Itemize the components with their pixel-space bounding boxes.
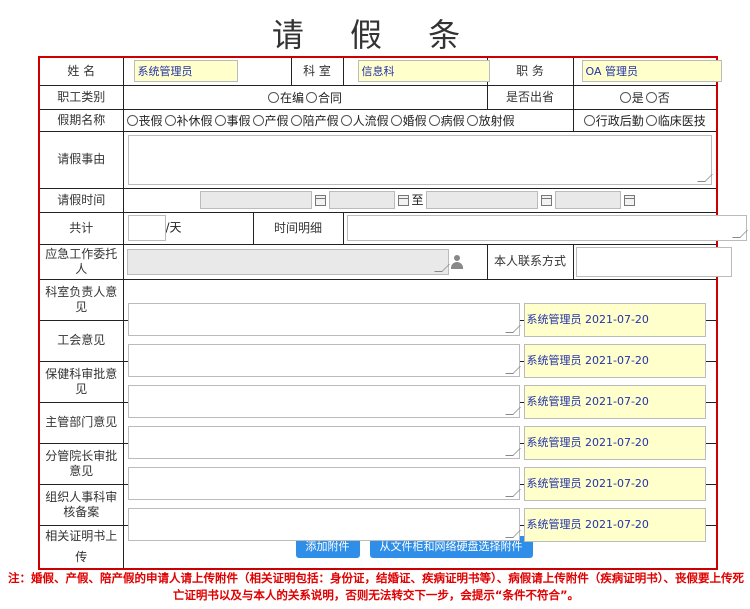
calendar-icon[interactable]: [314, 194, 326, 206]
start-date-input[interactable]: [199, 191, 312, 210]
end-time-input[interactable]: [554, 191, 621, 210]
reason-label: 请假事由: [38, 130, 124, 189]
position-field[interactable]: OA 管理员: [581, 60, 722, 83]
resize-handle-icon[interactable]: [504, 324, 521, 333]
out-of-province-label: 是否出省: [486, 84, 574, 110]
leave-type-option[interactable]: 人流假: [340, 112, 389, 129]
name-field[interactable]: 系统管理员: [133, 60, 238, 83]
radio-icon[interactable]: [267, 91, 279, 103]
calendar-icon[interactable]: [397, 194, 409, 206]
radio-icon[interactable]: [214, 114, 226, 126]
resize-handle-icon[interactable]: [504, 365, 521, 374]
signer-field: 系统管理员 2021-07-20: [523, 384, 706, 419]
resize-handle-icon[interactable]: [696, 173, 713, 182]
category-option-1[interactable]: 在编: [267, 89, 304, 106]
attachments-label: 相关证明书上传: [38, 524, 124, 569]
signer-field: 系统管理员 2021-07-20: [523, 507, 706, 542]
leave-type-option[interactable]: 丧假: [126, 112, 163, 129]
signer-field: 系统管理员 2021-07-20: [523, 343, 706, 378]
position-label: 职 务: [486, 56, 574, 86]
delegate-input[interactable]: [126, 248, 450, 275]
opinion-label: 主管部门意见: [38, 401, 124, 444]
delegate-label: 应急工作委托人: [38, 243, 124, 280]
dept-field[interactable]: 信息科: [357, 60, 490, 83]
name-label: 姓 名: [38, 56, 124, 86]
start-time-input[interactable]: [328, 191, 395, 210]
contact-input[interactable]: [575, 246, 732, 277]
leave-type-option[interactable]: 放射假: [466, 112, 515, 129]
signer-field: 系统管理员 2021-07-20: [523, 466, 706, 501]
calendar-icon[interactable]: [540, 194, 552, 206]
time-detail-textarea[interactable]: [346, 215, 748, 241]
radio-icon[interactable]: [466, 114, 478, 126]
radio-icon[interactable]: [390, 114, 402, 126]
opinion-textarea[interactable]: [127, 343, 521, 377]
resize-handle-icon[interactable]: [504, 447, 521, 456]
opinion-textarea[interactable]: [127, 425, 521, 459]
staff-type-option[interactable]: 临床医技: [645, 112, 706, 129]
radio-icon[interactable]: [340, 114, 352, 126]
leave-type-option[interactable]: 事假: [214, 112, 251, 129]
person-select-icon[interactable]: [449, 254, 465, 270]
province-option-no[interactable]: 否: [645, 89, 670, 106]
radio-icon[interactable]: [583, 114, 595, 126]
leave-type-option[interactable]: 补休假: [164, 112, 213, 129]
opinion-label: 保健科审批意见: [38, 360, 124, 403]
resize-handle-icon[interactable]: [504, 529, 521, 538]
reason-textarea[interactable]: [127, 134, 713, 185]
radio-icon[interactable]: [164, 114, 176, 126]
time-label: 请假时间: [38, 187, 124, 213]
radio-icon[interactable]: [126, 114, 138, 126]
radio-icon[interactable]: [252, 114, 264, 126]
unit-label: /天: [165, 220, 182, 235]
opinion-textarea[interactable]: [127, 384, 521, 418]
attachment-note: 注：婚假、产假、陪产假的申请人请上传附件（相关证明包括：身份证，结婚证、疾病证明…: [8, 571, 744, 602]
radio-icon[interactable]: [306, 91, 317, 103]
contact-label: 本人联系方式: [486, 243, 574, 280]
radio-icon[interactable]: [428, 114, 440, 126]
signer-field: 系统管理员 2021-07-20: [523, 425, 706, 460]
detail-label: 时间明细: [252, 211, 344, 245]
dept-label: 科 室: [290, 56, 344, 86]
leave-form: 姓 名 系统管理员 科 室 信息科 职 务 OA 管理员 职工类别 在编 合同 是…: [38, 56, 748, 570]
radio-icon[interactable]: [619, 91, 631, 103]
page-title: 请 假 条: [271, 16, 479, 54]
total-label: 共计: [38, 211, 124, 245]
resize-handle-icon[interactable]: [731, 230, 748, 238]
category-option-2[interactable]: 合同: [306, 89, 342, 106]
opinion-textarea[interactable]: [127, 302, 521, 336]
resize-handle-icon[interactable]: [433, 263, 450, 272]
signer-field: 系统管理员 2021-07-20: [523, 302, 706, 337]
opinion-textarea[interactable]: [127, 466, 521, 500]
end-date-input[interactable]: [425, 191, 538, 210]
total-days-input[interactable]: [127, 215, 166, 241]
leave-type-option[interactable]: 陪产假: [290, 112, 339, 129]
leave-type-label: 假期名称: [38, 108, 124, 132]
to-label: 至: [411, 192, 424, 207]
opinion-label: 工会意见: [38, 319, 124, 362]
radio-icon[interactable]: [645, 114, 657, 126]
radio-icon[interactable]: [290, 114, 302, 126]
calendar-icon[interactable]: [623, 194, 635, 206]
leave-type-option[interactable]: 产假: [252, 112, 289, 129]
resize-handle-icon[interactable]: [504, 488, 521, 497]
province-option-yes[interactable]: 是: [619, 89, 644, 106]
staff-type-option[interactable]: 行政后勤: [583, 112, 644, 129]
leave-type-option[interactable]: 婚假: [390, 112, 427, 129]
resize-handle-icon[interactable]: [504, 406, 521, 415]
opinion-label: 分管院长审批意见: [38, 442, 124, 485]
leave-type-option[interactable]: 病假: [428, 112, 465, 129]
opinion-row: 科室负责人意见 系统管理员 2021-07-20: [38, 278, 718, 337]
opinion-textarea[interactable]: [127, 507, 521, 541]
opinion-label: 科室负责人意见: [38, 278, 124, 321]
category-label: 职工类别: [38, 84, 124, 110]
radio-icon[interactable]: [645, 91, 657, 103]
opinion-label: 组织人事科审核备案: [38, 483, 124, 526]
